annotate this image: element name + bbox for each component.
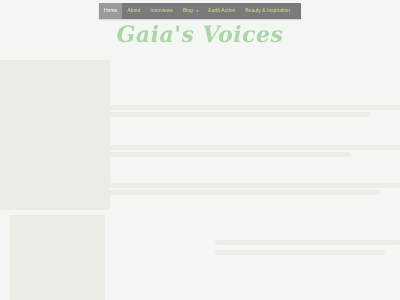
faded-line xyxy=(110,145,400,150)
faded-block xyxy=(0,60,110,210)
nav-item-label: About xyxy=(127,8,141,14)
faded-line xyxy=(215,250,385,255)
faded-line xyxy=(110,190,380,195)
faded-line xyxy=(110,105,400,110)
nav-item-interviews[interactable]: Interviews xyxy=(145,3,178,19)
nav-item-label: Earth Action xyxy=(208,8,236,14)
faded-line xyxy=(110,112,370,117)
faded-line xyxy=(110,152,350,157)
nav-item-label: Beauty & Inspiration xyxy=(245,8,291,14)
faded-line xyxy=(110,183,400,188)
site-title: Gaia's Voices xyxy=(116,22,284,48)
nav-item-label: Interviews xyxy=(150,8,173,14)
nav-item-home[interactable]: Home xyxy=(99,3,123,19)
nav-item-about[interactable]: About xyxy=(122,3,145,19)
chevron-down-icon: ▾ xyxy=(196,8,199,13)
main-nav: Home About Interviews Blog ▾ Earth Actio… xyxy=(99,3,301,19)
nav-item-earth-action[interactable]: Earth Action xyxy=(203,3,240,19)
nav-item-label: Home xyxy=(104,8,118,14)
nav-item-beauty-inspiration[interactable]: Beauty & Inspiration xyxy=(240,3,295,19)
faded-block xyxy=(10,215,105,300)
nav-item-blog[interactable]: Blog ▾ xyxy=(178,3,203,19)
nav-item-label: Blog xyxy=(182,8,193,14)
faded-line xyxy=(215,240,400,245)
